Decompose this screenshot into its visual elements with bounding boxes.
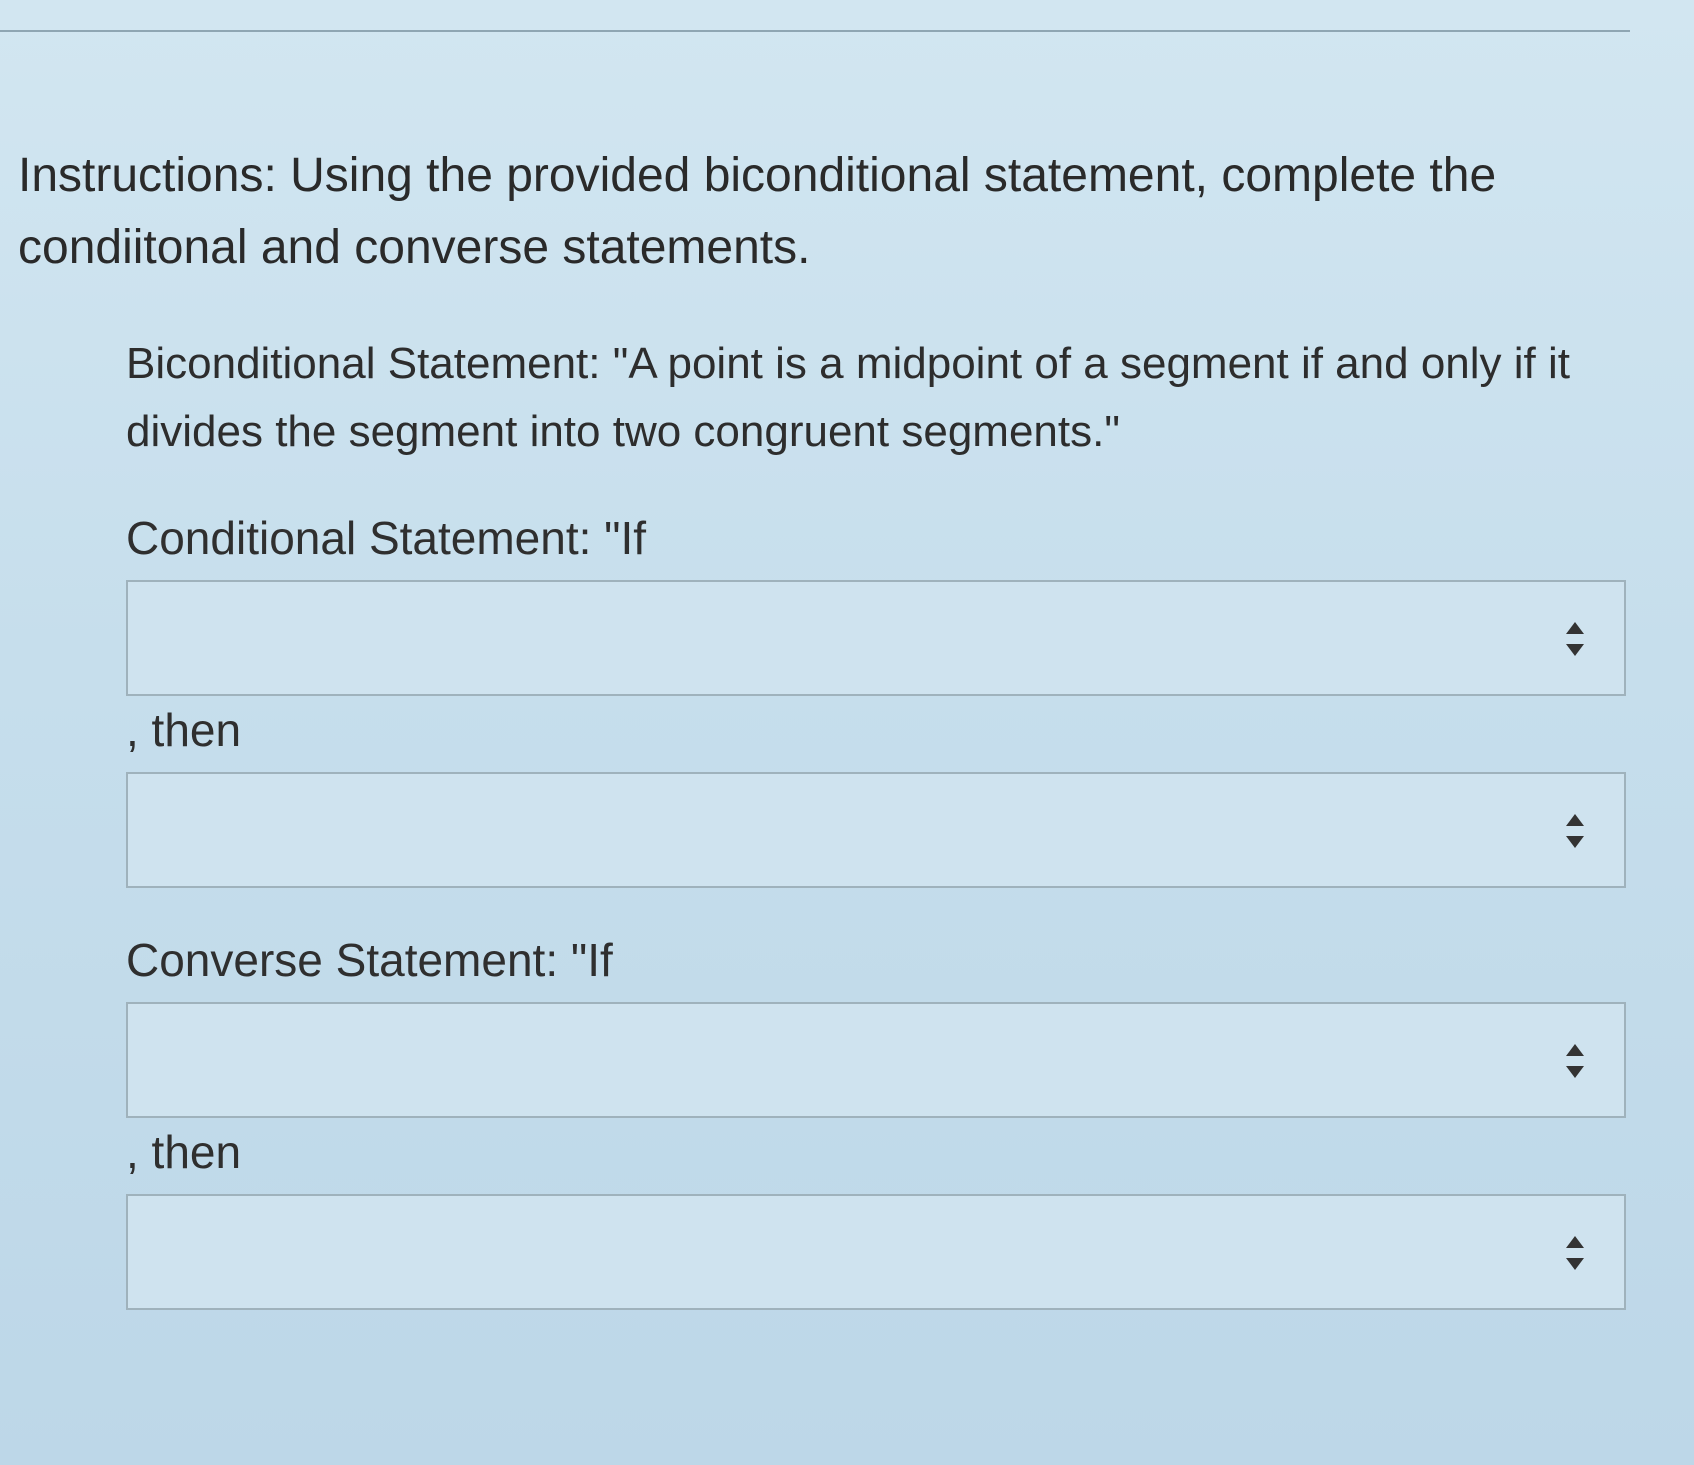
conditional-label: Conditional Statement: "If: [126, 512, 647, 564]
converse-then-dropdown[interactable]: [126, 1194, 1626, 1310]
dropdown-arrows-icon: [1566, 622, 1584, 656]
conditional-if-dropdown[interactable]: [126, 580, 1626, 696]
dropdown-arrows-icon: [1566, 1236, 1584, 1270]
question-content: Instructions: Using the provided bicondi…: [18, 140, 1626, 1310]
dropdown-arrows-icon: [1566, 814, 1584, 848]
conditional-then-dropdown[interactable]: [126, 772, 1626, 888]
dropdown-arrows-icon: [1566, 1044, 1584, 1078]
converse-label: Converse Statement: "If: [126, 934, 613, 986]
biconditional-statement: Biconditional Statement: "A point is a m…: [126, 339, 1570, 456]
question-block: Biconditional Statement: "A point is a m…: [126, 330, 1626, 1310]
top-divider: [0, 30, 1630, 32]
conditional-then-label: , then: [126, 704, 242, 756]
instructions-text: Instructions: Using the provided bicondi…: [18, 149, 1497, 274]
converse-if-dropdown[interactable]: [126, 1002, 1626, 1118]
converse-then-label: , then: [126, 1126, 242, 1178]
